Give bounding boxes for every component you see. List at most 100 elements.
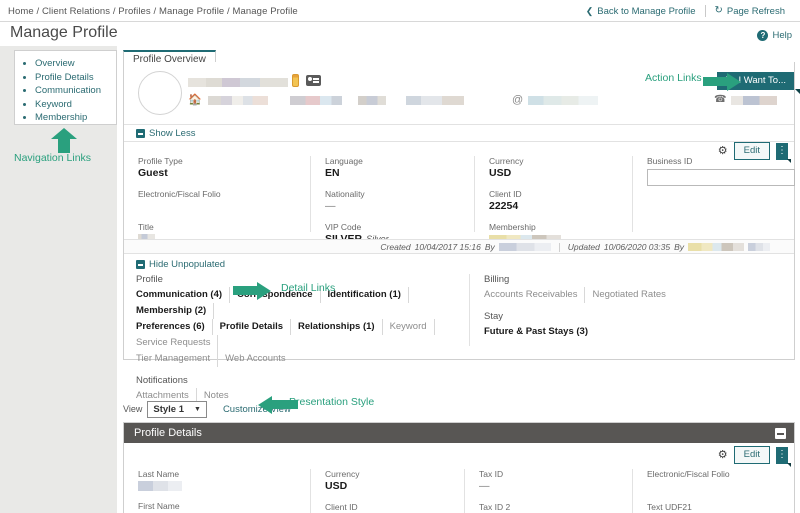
i-want-to-button[interactable]: + I Want To... xyxy=(717,72,794,90)
left-rail: Overview Profile Details Communication K… xyxy=(0,46,117,513)
field-value xyxy=(138,480,298,492)
detail-link-tier-management[interactable]: Tier Management xyxy=(136,351,219,367)
redacted-text xyxy=(188,77,288,87)
field-value: USD xyxy=(489,167,512,179)
show-less-row: Show Less xyxy=(124,125,794,142)
detail-links-left: Profile Communication (4) Correspondence… xyxy=(136,274,456,404)
profile-name-redacted xyxy=(188,76,288,88)
redacted-text xyxy=(357,96,386,105)
avatar xyxy=(138,71,182,115)
minus-box-icon[interactable] xyxy=(775,428,786,439)
gear-icon[interactable]: ⚙ xyxy=(718,145,728,157)
field-label: Nationality xyxy=(325,189,365,199)
detail-link-future-past-stays[interactable]: Future & Past Stays (3) xyxy=(484,324,595,340)
field-client-id: Client ID 22254 xyxy=(489,189,634,213)
refresh-icon: ↻ xyxy=(714,5,723,16)
phone-icon: ☎ xyxy=(714,94,727,105)
field-currency: Currency USD xyxy=(325,469,470,493)
field-value: EN xyxy=(325,167,340,179)
back-button-label: Back to Manage Profile xyxy=(597,5,696,17)
field-electronic-fiscal-folio: Electronic/Fiscal Folio xyxy=(138,189,298,213)
more-options-button[interactable]: ⋮ xyxy=(776,446,791,467)
field-label: Business ID xyxy=(647,156,693,166)
field-profile-type: Profile Type Guest xyxy=(138,156,298,180)
field-tax-id-2: Tax ID 2 — xyxy=(479,502,624,513)
sidebar-item-profile-details[interactable]: Profile Details xyxy=(35,71,116,85)
field-label: First Name xyxy=(138,501,180,511)
breadcrumb: Home / Client Relations / Profiles / Man… xyxy=(8,6,298,17)
overview-column-4: Business ID xyxy=(632,156,796,232)
button-corner-fold xyxy=(795,89,800,94)
overview-column-2: Language EN Nationality — VIP Code SILVE… xyxy=(310,156,470,245)
detail-link-relationships[interactable]: Relationships (1) xyxy=(298,319,383,335)
created-info: Created 10/04/2017 15:16 By xyxy=(380,242,551,252)
details-column-1: Last Name First Name xyxy=(138,469,298,513)
field-label: Language xyxy=(325,156,363,166)
detail-link-communication[interactable]: Communication (4) xyxy=(136,287,231,303)
field-value xyxy=(647,480,796,493)
field-tax-id: Tax ID — xyxy=(479,469,624,493)
updated-by-label: By xyxy=(674,242,684,252)
detail-links-right: Billing Accounts Receivables Negotiated … xyxy=(469,274,699,346)
page-refresh-button[interactable]: ↻ Page Refresh xyxy=(706,6,794,17)
audit-inner: Created 10/04/2017 15:16 By Updated 10/0… xyxy=(380,242,770,252)
business-id-input[interactable] xyxy=(647,169,795,186)
detail-link-correspondence[interactable]: Correspondence xyxy=(237,287,321,303)
sidebar-item-communication[interactable]: Communication xyxy=(35,84,116,98)
detail-link-keyword[interactable]: Keyword xyxy=(390,319,435,335)
help-button[interactable]: ? Help xyxy=(757,30,792,41)
show-less-toggle[interactable]: Show Less xyxy=(136,128,195,139)
detail-link-negotiated-rates[interactable]: Negotiated Rates xyxy=(592,287,672,303)
detail-link-service-requests[interactable]: Service Requests xyxy=(136,335,219,351)
details-column-2: Currency USD Client ID 22254 xyxy=(310,469,470,513)
style-select[interactable]: Style 1 ▼ xyxy=(147,400,207,418)
detail-link-identification[interactable]: Identification (1) xyxy=(328,287,409,303)
detail-link-accounts-receivables[interactable]: Accounts Receivables xyxy=(484,287,586,303)
field-label: Electronic/Fiscal Folio xyxy=(647,469,730,479)
detail-link-row: Preferences (6) Profile Details Relation… xyxy=(136,319,456,351)
field-label: Currency xyxy=(325,469,360,479)
redacted-text xyxy=(528,96,599,105)
details-column-3: Tax ID — Tax ID 2 — xyxy=(464,469,624,513)
field-client-id: Client ID 22254 xyxy=(325,502,470,513)
question-mark-icon: ? xyxy=(757,30,769,41)
redacted-text xyxy=(138,481,182,492)
field-last-name: Last Name xyxy=(138,469,298,492)
section-body: ⚙ Edit ⋮ Last Name First Name Currency U… xyxy=(124,443,794,513)
detail-group-title-stay: Stay xyxy=(484,311,504,322)
sidebar-item-overview[interactable]: Overview xyxy=(35,57,116,71)
customize-view-link[interactable]: Customize View xyxy=(223,404,291,415)
hide-unpopulated-toggle[interactable]: Hide Unpopulated xyxy=(136,259,225,270)
redacted-text xyxy=(207,96,268,105)
field-label: Last Name xyxy=(138,469,180,479)
created-label: Created xyxy=(380,242,411,252)
sidebar-item-membership[interactable]: Membership xyxy=(35,111,116,125)
minus-box-icon xyxy=(136,129,145,138)
gear-icon[interactable]: ⚙ xyxy=(718,449,728,461)
field-value: USD xyxy=(325,480,348,492)
navigation-list: Overview Profile Details Communication K… xyxy=(15,51,116,125)
field-label: Currency xyxy=(489,156,524,166)
detail-link-row: Future & Past Stays (3) xyxy=(484,324,699,340)
hide-unpopulated-label: Hide Unpopulated xyxy=(149,259,226,270)
at-sign-icon: @ xyxy=(512,94,524,106)
detail-link-web-accounts[interactable]: Web Accounts xyxy=(225,351,293,367)
main-content: Profile Overview 🏠 @ ☎ Show Less ⚙ Edit … xyxy=(117,46,800,513)
credit-card-icon xyxy=(306,75,321,86)
detail-link-preferences[interactable]: Preferences (6) xyxy=(136,319,213,335)
sidebar-item-label: Membership xyxy=(35,112,88,123)
updated-timestamp: 10/06/2020 03:35 xyxy=(603,242,671,252)
field-label: Tax ID 2 xyxy=(479,502,511,512)
field-business-id: Business ID xyxy=(647,156,796,186)
detail-link-profile-details[interactable]: Profile Details xyxy=(220,319,292,335)
field-label: Electronic/Fiscal Folio xyxy=(138,189,221,199)
view-style-row: View Style 1 ▼ Customize View xyxy=(123,398,795,420)
sidebar-item-label: Communication xyxy=(35,85,101,96)
section-title: Profile Details xyxy=(134,427,202,439)
back-to-manage-profile-button[interactable]: ❮ Back to Manage Profile xyxy=(577,6,705,17)
edit-button[interactable]: Edit xyxy=(733,446,770,464)
section-edit-toolbar: ⚙ Edit ⋮ xyxy=(718,446,791,467)
detail-link-membership[interactable]: Membership (2) xyxy=(136,303,215,319)
navigation-links-panel: Overview Profile Details Communication K… xyxy=(14,50,117,125)
sidebar-item-keyword[interactable]: Keyword xyxy=(35,98,116,112)
